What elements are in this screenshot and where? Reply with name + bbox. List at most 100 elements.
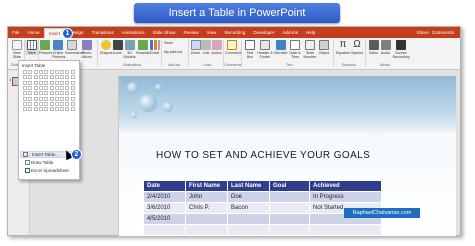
tab-view[interactable]: View xyxy=(203,27,221,38)
table-grid-cell[interactable] xyxy=(33,85,38,90)
table-grid-cell[interactable] xyxy=(60,91,65,96)
table-grid-cell[interactable] xyxy=(60,75,65,80)
table-grid-cell[interactable] xyxy=(54,75,59,80)
table-grid-cell[interactable] xyxy=(33,70,38,74)
comments-button[interactable]: Comments xyxy=(432,30,454,35)
table-grid-cell[interactable] xyxy=(65,70,70,74)
table-cell[interactable] xyxy=(143,224,186,236)
table-cell[interactable] xyxy=(185,213,228,225)
table-grid-cell[interactable] xyxy=(49,101,54,106)
table-grid-cell[interactable] xyxy=(44,75,49,80)
table-grid-cell[interactable] xyxy=(49,80,54,85)
wordart-button[interactable]: WordArt xyxy=(274,40,287,55)
table-grid-cell[interactable] xyxy=(54,70,59,74)
table-grid-cell[interactable] xyxy=(33,80,38,85)
table-grid-cell[interactable] xyxy=(28,96,33,101)
tab-file[interactable]: File xyxy=(8,27,23,38)
table-grid-cell[interactable] xyxy=(38,75,43,80)
smartart-button[interactable]: SmartArt xyxy=(136,40,151,55)
table-cell[interactable]: Chris P. xyxy=(185,202,228,214)
table-grid-cell[interactable] xyxy=(49,96,54,101)
header-footer-button[interactable]: Header & Footer xyxy=(257,40,273,59)
table-grid-cell[interactable] xyxy=(44,85,49,90)
table-grid-cell[interactable] xyxy=(54,85,59,90)
table-grid-cell[interactable] xyxy=(38,70,43,74)
screenshot-button[interactable]: Screenshot xyxy=(65,40,84,55)
table-grid-cell[interactable] xyxy=(33,96,38,101)
table-grid-cell[interactable] xyxy=(49,91,54,96)
table-grid-cell[interactable] xyxy=(49,70,54,74)
table-grid-cell[interactable] xyxy=(23,70,27,74)
tab-add-ins[interactable]: Add-ins xyxy=(278,27,302,38)
table-grid-cell[interactable] xyxy=(49,107,54,112)
table-grid-cell[interactable] xyxy=(33,101,38,106)
icons-button[interactable]: Icons xyxy=(112,40,123,55)
text-box-button[interactable]: Text Box xyxy=(244,40,256,59)
tab-home[interactable]: Home xyxy=(23,27,43,38)
table-grid-cell[interactable] xyxy=(23,85,27,90)
table-grid-cell[interactable] xyxy=(54,96,59,101)
table-grid-cell[interactable] xyxy=(65,91,70,96)
table-grid-cell[interactable] xyxy=(23,96,27,101)
table-grid-cell[interactable] xyxy=(49,75,54,80)
tab-recording[interactable]: Recording xyxy=(220,27,249,38)
table-grid-cell[interactable] xyxy=(28,85,33,90)
table-cell[interactable]: 4/5/2010 xyxy=(143,213,186,225)
table-grid-cell[interactable] xyxy=(70,80,75,85)
excel-spreadsheet-menu-item[interactable]: Excel Spreadsheet xyxy=(23,168,69,173)
table-grid-cell[interactable] xyxy=(65,96,70,101)
table-button[interactable]: Table xyxy=(25,40,38,55)
table-grid-cell[interactable] xyxy=(44,107,49,112)
table-cell[interactable] xyxy=(269,224,310,236)
table-grid-cell[interactable] xyxy=(38,85,43,90)
table-grid-cell[interactable] xyxy=(23,107,27,112)
tab-slide-show[interactable]: Slide Show xyxy=(149,27,180,38)
tab-developer[interactable]: Developer xyxy=(249,27,278,38)
tab-help[interactable]: Help xyxy=(302,27,319,38)
video-button[interactable]: Video xyxy=(368,40,379,55)
table-grid-cell[interactable] xyxy=(28,75,33,80)
table-grid-cell[interactable] xyxy=(28,91,33,96)
table-grid-cell[interactable] xyxy=(44,80,49,85)
link-button[interactable]: Link xyxy=(201,40,211,55)
table-cell[interactable] xyxy=(309,224,382,236)
table-grid-cell[interactable] xyxy=(65,75,70,80)
table-cell[interactable] xyxy=(269,191,310,203)
my-add-ins-button[interactable]: My Add-ins xyxy=(164,50,186,54)
table-grid-cell[interactable] xyxy=(54,80,59,85)
screen-recording-button[interactable]: Screen Recording xyxy=(392,40,410,59)
store-button[interactable]: Store xyxy=(164,41,184,45)
table-grid-cell[interactable] xyxy=(23,101,27,106)
table-grid-cell[interactable] xyxy=(38,107,43,112)
table-grid-cell[interactable] xyxy=(70,75,75,80)
table-grid-cell[interactable] xyxy=(28,80,33,85)
zoom-button[interactable]: Zoom xyxy=(190,40,201,55)
table-grid-cell[interactable] xyxy=(23,91,27,96)
table-grid-cell[interactable] xyxy=(38,80,43,85)
table-grid-cell[interactable] xyxy=(65,80,70,85)
table-grid-cell[interactable] xyxy=(70,70,75,74)
table-grid-cell[interactable] xyxy=(44,101,49,106)
table-grid-cell[interactable] xyxy=(23,75,27,80)
table-grid-cell[interactable] xyxy=(70,85,75,90)
chart-button[interactable]: Chart xyxy=(149,40,160,55)
table-grid-cell[interactable] xyxy=(65,85,70,90)
table-cell[interactable] xyxy=(227,213,270,225)
shapes-button[interactable]: Shapes xyxy=(100,40,113,55)
table-grid-cell[interactable] xyxy=(28,101,33,106)
table-grid-cell[interactable] xyxy=(54,91,59,96)
tab-review[interactable]: Review xyxy=(180,27,203,38)
slide-number-button[interactable]: Slide Number xyxy=(303,40,317,59)
table-cell[interactable] xyxy=(269,202,310,214)
table-grid-cell[interactable] xyxy=(44,70,49,74)
table-grid-cell[interactable] xyxy=(44,91,49,96)
table-grid-cell[interactable] xyxy=(38,91,43,96)
table-cell[interactable] xyxy=(185,224,228,236)
action-button[interactable]: Action xyxy=(211,40,222,55)
photo-album-button[interactable]: Photo Album xyxy=(80,40,93,59)
table-grid-cell[interactable] xyxy=(60,96,65,101)
comment-button[interactable]: Comment xyxy=(225,40,241,55)
3d-models-button[interactable]: 3D Models xyxy=(123,40,136,59)
share-button[interactable]: Share xyxy=(417,30,429,35)
symbol-button[interactable]: Ω Symbol xyxy=(351,40,363,56)
